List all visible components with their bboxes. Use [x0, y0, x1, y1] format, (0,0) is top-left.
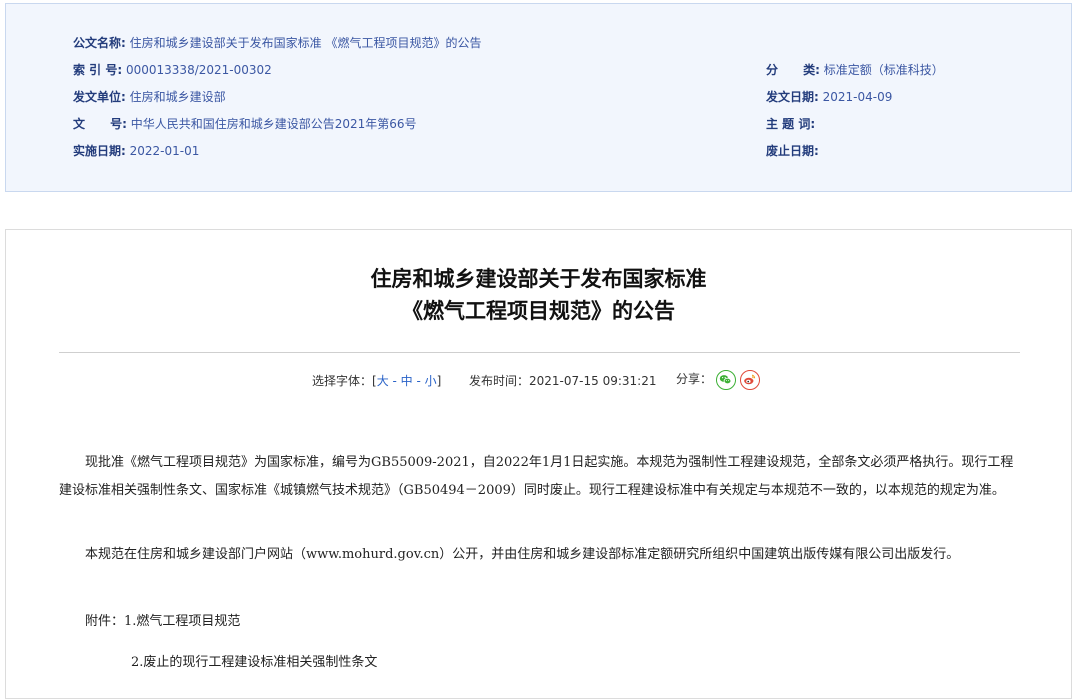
meta-date-row: 发文日期: 2021-04-09	[766, 89, 892, 105]
meta-repeal-row: 废止日期:	[766, 143, 819, 159]
font-size-selector: 选择字体：[大 - 中 - 小]	[312, 371, 441, 391]
meta-date-value: 2021-04-09	[822, 90, 893, 104]
meta-issuer-row: 发文单位: 住房和城乡建设部	[73, 89, 226, 105]
meta-keywords-label: 主 题 词:	[766, 117, 816, 131]
publish-time-value: 2021-07-15 09:31:21	[529, 374, 657, 388]
font-small-button[interactable]: 小	[425, 374, 437, 388]
body-paragraph-1: 现批准《燃气工程项目规范》为国家标准，编号为GB55009-2021，自2022…	[59, 455, 1014, 498]
meta-date-label: 发文日期:	[766, 90, 819, 104]
article-title-line1: 住房和城乡建设部关于发布国家标准	[370, 267, 707, 291]
meta-title-label: 公文名称:	[73, 36, 126, 50]
weibo-icon[interactable]	[739, 369, 760, 390]
wechat-icon[interactable]	[715, 369, 736, 390]
article-title-line2: 《燃气工程项目规范》的公告	[402, 299, 675, 323]
meta-docno-value: 中华人民共和国住房和城乡建设部公告2021年第66号	[130, 117, 417, 131]
meta-repeal-label: 废止日期:	[766, 144, 819, 158]
publish-time: 发布时间：2021-07-15 09:31:21	[469, 371, 656, 391]
meta-issuer-label: 发文单位:	[73, 90, 126, 104]
meta-docno-row: 文 号: 中华人民共和国住房和城乡建设部公告2021年第66号	[73, 116, 417, 132]
font-medium-button[interactable]: 中	[401, 374, 413, 388]
font-large-button[interactable]: 大	[377, 374, 389, 388]
share-group: 分享：	[676, 369, 760, 390]
meta-index-value: 000013338/2021-00302	[125, 63, 272, 77]
meta-title-value: 住房和城乡建设部关于发布国家标准 《燃气工程项目规范》的公告	[129, 36, 482, 50]
meta-index-row: 索 引 号: 000013338/2021-00302	[73, 62, 272, 78]
meta-docno-label: 文 号:	[73, 117, 127, 131]
title-divider	[59, 352, 1020, 353]
meta-index-label: 索 引 号:	[73, 63, 123, 77]
meta-keywords-row: 主 题 词:	[766, 116, 815, 132]
document-metadata-panel: 公文名称: 住房和城乡建设部关于发布国家标准 《燃气工程项目规范》的公告 索 引…	[5, 3, 1072, 192]
article-container: 住房和城乡建设部关于发布国家标准 《燃气工程项目规范》的公告 选择字体：[大 -…	[5, 229, 1072, 699]
meta-category-value: 标准定额（标准科技）	[823, 63, 944, 77]
meta-issuer-value: 住房和城乡建设部	[129, 90, 226, 104]
attachment-line-1: 附件：1.燃气工程项目规范	[85, 614, 241, 629]
font-sep-1: -	[388, 374, 401, 388]
attachment-line-2: 2.废止的现行工程建设标准相关强制性条文	[131, 655, 378, 670]
font-size-close: ]	[436, 374, 442, 388]
publish-time-label: 发布时间：	[469, 374, 530, 388]
share-label: 分享：	[676, 372, 713, 386]
meta-effective-value: 2022-01-01	[129, 144, 200, 158]
meta-effective-row: 实施日期: 2022-01-01	[73, 143, 199, 159]
meta-title-row: 公文名称: 住房和城乡建设部关于发布国家标准 《燃气工程项目规范》的公告	[73, 35, 481, 51]
meta-category-label: 分 类:	[766, 63, 820, 77]
font-size-label: 选择字体：[	[312, 374, 377, 388]
body-paragraph-2: 本规范在住房和城乡建设部门户网站（www.mohurd.gov.cn）公开，并由…	[85, 547, 960, 562]
font-sep-2: -	[412, 374, 425, 388]
meta-category-row: 分 类: 标准定额（标准科技）	[766, 62, 944, 78]
meta-effective-label: 实施日期:	[73, 144, 126, 158]
